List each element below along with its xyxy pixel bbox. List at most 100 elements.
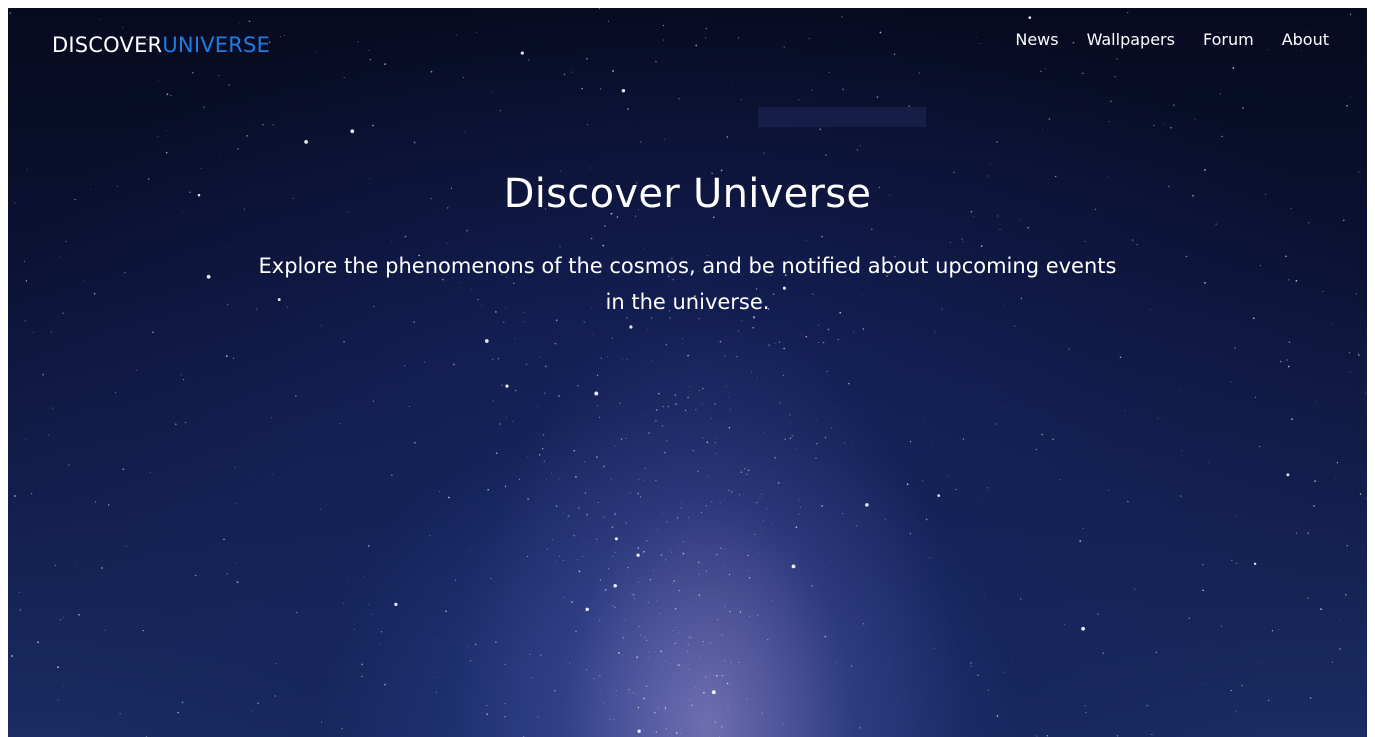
- star-dot: [1350, 95, 1352, 97]
- star-dot: [821, 505, 823, 507]
- star-dot: [677, 664, 680, 666]
- star-dot: [738, 661, 741, 664]
- star-dot: [722, 565, 724, 567]
- star-dot: [728, 426, 731, 429]
- star-dot: [818, 324, 820, 326]
- nav-link-news[interactable]: News: [1015, 30, 1058, 49]
- star-dot: [558, 395, 560, 397]
- star-dot: [661, 512, 663, 514]
- star-dot: [14, 495, 16, 497]
- star-dot: [655, 409, 658, 411]
- star-dot: [584, 492, 587, 494]
- star-dot: [666, 521, 668, 523]
- star-dot: [826, 370, 828, 373]
- star-dot: [614, 606, 616, 609]
- star-dot: [1346, 545, 1348, 547]
- star-dot: [52, 407, 54, 409]
- star-dot: [372, 400, 374, 402]
- star-dot: [529, 653, 531, 656]
- star-dot: [453, 363, 455, 366]
- star-dot: [613, 583, 617, 588]
- star-dot: [558, 479, 560, 481]
- star-dot: [656, 600, 658, 602]
- star-dot: [62, 616, 64, 618]
- star-dot: [1264, 627, 1265, 629]
- star-dot: [135, 369, 137, 371]
- star-dot: [622, 358, 624, 360]
- star-dot: [1041, 433, 1043, 436]
- star-dot: [25, 438, 27, 440]
- star-dot: [1364, 392, 1367, 394]
- star-dot: [459, 398, 461, 400]
- star-dot: [401, 105, 403, 107]
- star-dot: [188, 423, 190, 425]
- star-dot: [636, 656, 639, 659]
- star-dot: [1097, 613, 1099, 615]
- star-dot: [174, 423, 177, 426]
- star-dot: [537, 406, 538, 408]
- star-dot: [654, 651, 655, 653]
- star-dot: [626, 358, 628, 360]
- nav-link-about[interactable]: About: [1282, 30, 1329, 49]
- star-dot: [531, 677, 533, 678]
- star-dot: [637, 729, 641, 733]
- star-dot: [1320, 608, 1322, 610]
- star-dot: [754, 534, 756, 535]
- star-dot: [640, 496, 642, 498]
- star-dot: [674, 642, 677, 645]
- star-dot: [621, 654, 623, 656]
- star-dot: [760, 493, 763, 495]
- star-dot: [1271, 630, 1274, 632]
- star-dot: [1107, 129, 1109, 131]
- star-dot: [647, 329, 649, 330]
- star-dot: [183, 379, 185, 381]
- star-dot: [644, 468, 646, 469]
- nav-menu: News Wallpapers Forum About: [1015, 30, 1329, 49]
- star-dot: [665, 728, 667, 730]
- star-dot: [970, 665, 973, 668]
- star-dot: [19, 609, 22, 611]
- star-dot: [525, 363, 528, 365]
- star-dot: [819, 128, 822, 130]
- star-dot: [515, 389, 517, 392]
- star-dot: [486, 705, 488, 706]
- star-dot: [512, 420, 514, 422]
- star-dot: [615, 691, 617, 692]
- star-dot: [720, 547, 722, 550]
- star-dot: [824, 635, 826, 638]
- nav-link-forum[interactable]: Forum: [1203, 30, 1254, 49]
- star-dot: [672, 582, 674, 584]
- star-dot: [1202, 589, 1205, 592]
- star-dot: [469, 659, 472, 662]
- star-dot: [24, 320, 27, 322]
- star-dot: [1288, 341, 1291, 343]
- star-dot: [1253, 562, 1257, 566]
- star-dot: [47, 434, 49, 436]
- site-logo[interactable]: DISCOVERUNIVERSE: [52, 33, 270, 57]
- star-dot: [142, 629, 144, 632]
- nav-link-wallpapers[interactable]: Wallpapers: [1087, 30, 1175, 49]
- star-dot: [177, 711, 180, 714]
- starfield-image: [8, 8, 1367, 737]
- star-dot: [235, 503, 236, 505]
- star-dot: [1363, 544, 1365, 546]
- star-dot: [986, 487, 988, 489]
- star-dot: [18, 591, 21, 594]
- star-dot: [843, 442, 846, 444]
- star-dot: [585, 669, 587, 671]
- star-dot: [471, 433, 473, 435]
- star-dot: [747, 469, 750, 472]
- star-dot: [1157, 418, 1159, 419]
- star-dot: [925, 518, 928, 521]
- star-dot: [822, 341, 825, 344]
- star-dot: [702, 437, 704, 439]
- star-dot: [246, 135, 248, 137]
- star-dot: [714, 721, 717, 723]
- star-dot: [665, 709, 667, 711]
- star-dot: [170, 94, 172, 96]
- star-dot: [674, 608, 677, 610]
- star-dot: [225, 355, 228, 357]
- star-dot: [252, 711, 253, 712]
- star-dot: [650, 360, 652, 362]
- star-dot: [555, 505, 558, 508]
